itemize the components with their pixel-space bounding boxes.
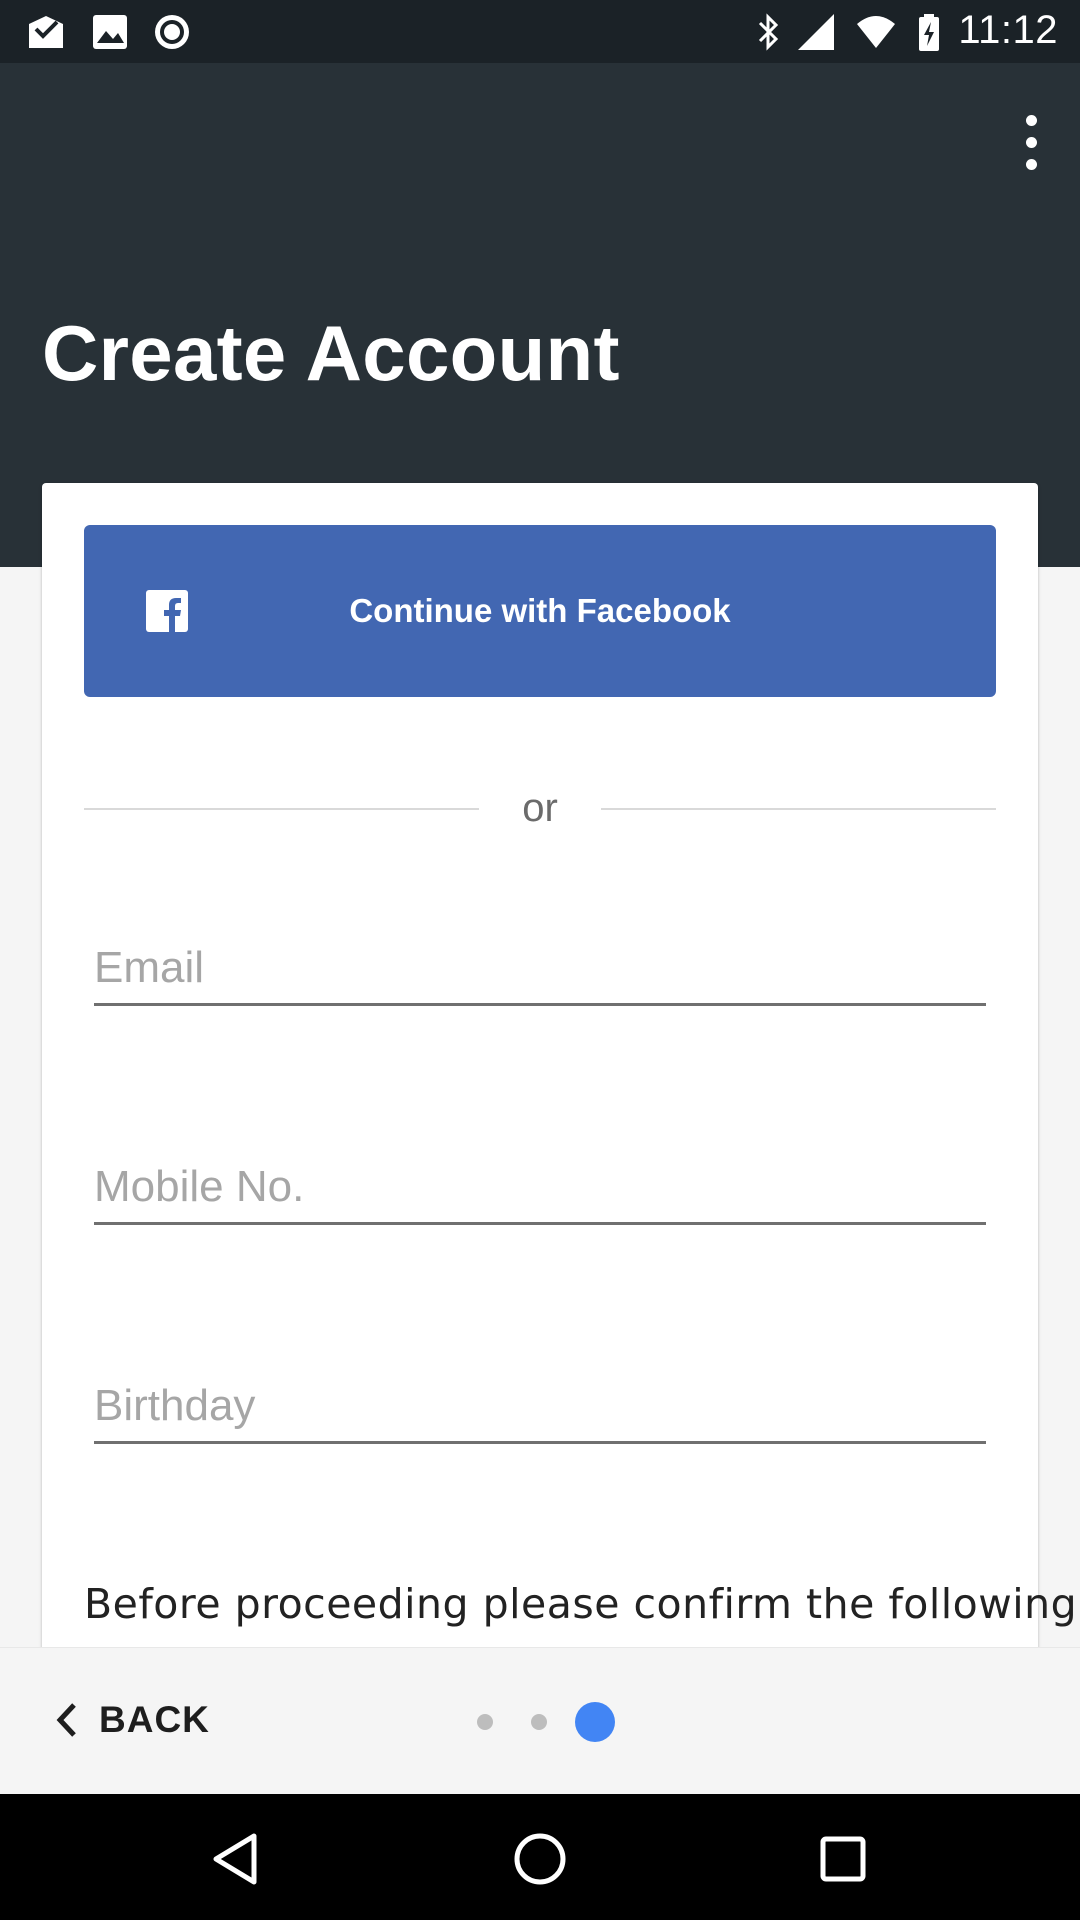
continue-with-facebook-button[interactable]: Continue with Facebook bbox=[84, 525, 996, 697]
divider-line-right bbox=[601, 808, 996, 810]
birthday-field[interactable] bbox=[94, 1364, 986, 1444]
back-label: BACK bbox=[99, 1699, 210, 1740]
wifi-icon bbox=[857, 16, 895, 48]
page-dot-1 bbox=[477, 1714, 493, 1730]
page-dot-3-active bbox=[575, 1702, 615, 1742]
email-input[interactable] bbox=[94, 943, 986, 993]
signup-card: Continue with Facebook or Before proceed… bbox=[42, 483, 1080, 1783]
battery-charging-icon bbox=[919, 14, 939, 51]
record-icon bbox=[155, 15, 189, 49]
status-time: 11:12 bbox=[958, 8, 1058, 52]
birthday-input[interactable] bbox=[94, 1381, 986, 1431]
page-dot-2 bbox=[531, 1714, 547, 1730]
chevron-left-icon bbox=[56, 1703, 76, 1737]
mobile-input[interactable] bbox=[94, 1162, 986, 1212]
mobile-field[interactable] bbox=[94, 1145, 986, 1225]
create-account-screen: 11:12 Create Account Continue with Faceb… bbox=[0, 0, 1080, 1920]
back-button[interactable]: BACK bbox=[55, 1688, 210, 1752]
page-title: Create Account bbox=[42, 309, 620, 397]
confirm-text: Before proceeding please confirm the fol… bbox=[84, 1580, 1080, 1628]
recents-square-icon[interactable] bbox=[808, 1824, 878, 1894]
signal-icon bbox=[798, 14, 834, 50]
back-triangle-icon[interactable] bbox=[202, 1824, 272, 1894]
facebook-button-label: Continue with Facebook bbox=[349, 592, 731, 629]
home-circle-icon[interactable] bbox=[505, 1824, 575, 1894]
bottom-bar: BACK bbox=[0, 1647, 1080, 1794]
mail-check-icon bbox=[29, 16, 63, 48]
bluetooth-icon bbox=[758, 13, 779, 51]
more-vert-icon[interactable] bbox=[1014, 113, 1050, 173]
status-bar: 11:12 bbox=[0, 0, 1080, 63]
image-icon bbox=[93, 15, 127, 49]
email-field[interactable] bbox=[94, 926, 986, 1006]
system-nav-bar bbox=[0, 1794, 1080, 1920]
